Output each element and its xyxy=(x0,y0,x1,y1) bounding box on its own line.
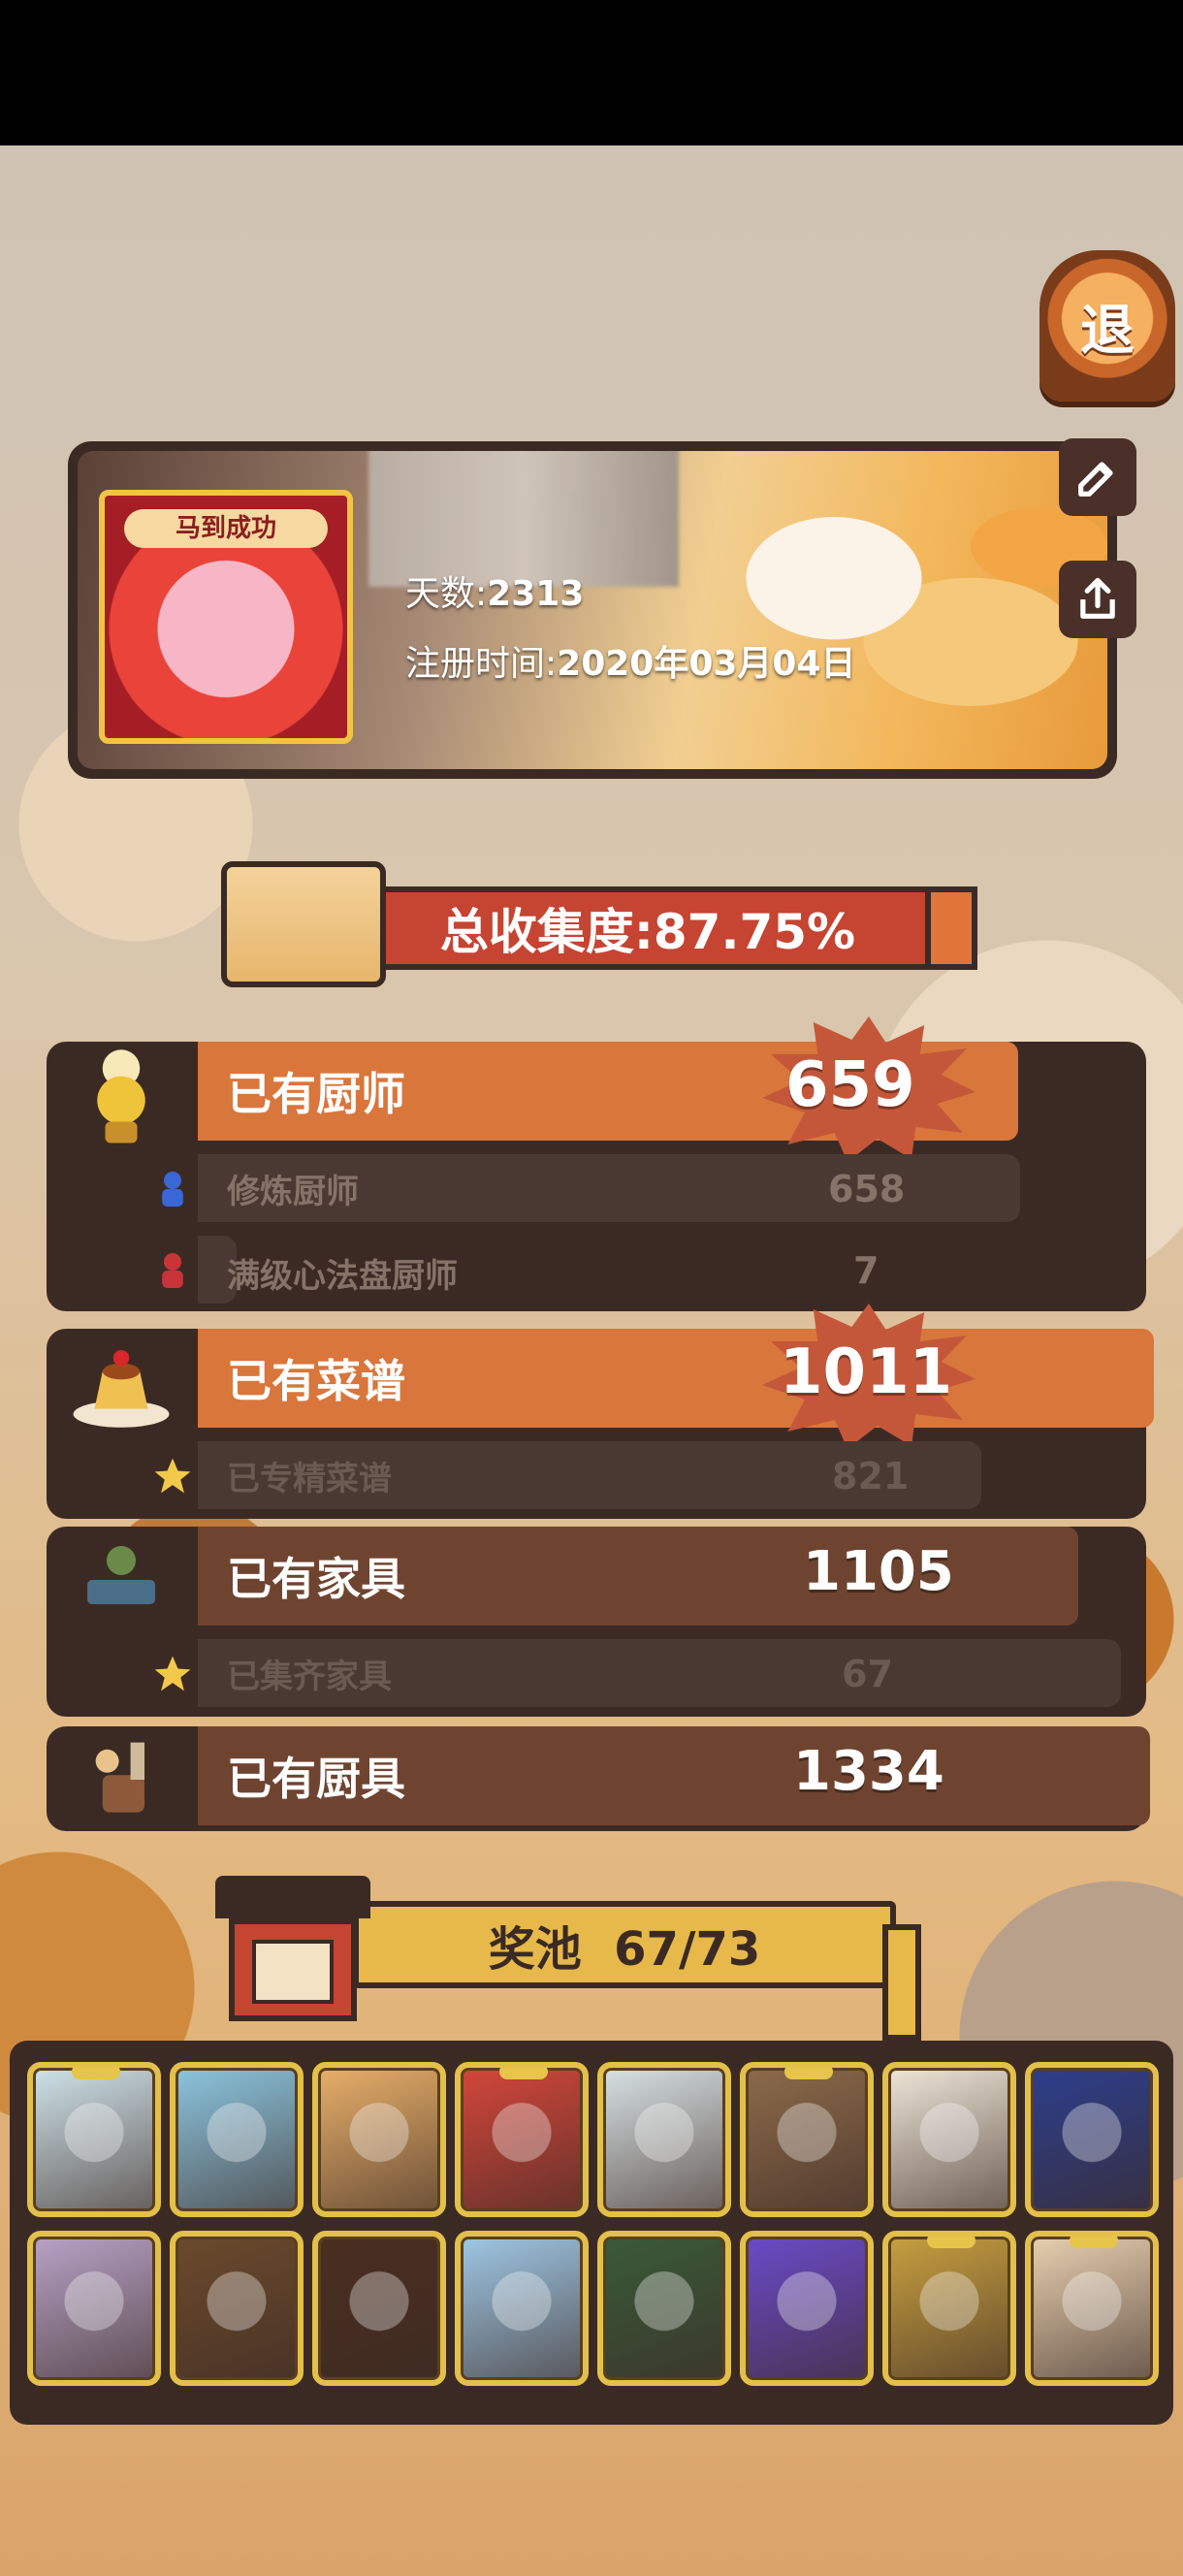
recipes-count: 1011 xyxy=(780,1336,953,1408)
prize-card[interactable] xyxy=(312,2062,446,2217)
maxed-chefs-count: 7 xyxy=(853,1249,879,1292)
prize-card[interactable] xyxy=(27,2231,161,2386)
maxed-chefs-label: 满级心法盘厨师 xyxy=(227,1257,458,1296)
furniture-sets-bar: 已集齐家具 xyxy=(198,1639,1121,1707)
card-ribbon-icon xyxy=(72,2068,120,2079)
recipe-stats-panel: 已有菜谱 1011 已专精菜谱 821 xyxy=(47,1304,1154,1519)
furniture-sets-count: 67 xyxy=(842,1653,893,1695)
prize-pool-ribbon: 奖池 67/73 xyxy=(353,1901,921,2041)
edit-icon xyxy=(1078,462,1113,497)
chef-hat-icon xyxy=(58,1042,184,1148)
utensil-icon xyxy=(58,1726,184,1833)
prize-card[interactable] xyxy=(740,2062,874,2217)
chef-stats-panel: 已有厨师 659 修炼厨师 658 满级心法盘厨师 7 xyxy=(47,1016,1146,1311)
card-ribbon-icon xyxy=(927,2237,975,2248)
prize-pool-header[interactable]: 奖池 67/73 xyxy=(206,1862,923,2041)
share-icon xyxy=(1080,577,1115,619)
utensils-count: 1334 xyxy=(793,1740,944,1803)
register-value: 2020年03月04日 xyxy=(557,644,856,684)
prize-card-grid xyxy=(10,2041,1173,2425)
recipes-row[interactable]: 已有菜谱 1011 xyxy=(47,1304,1154,1449)
prize-card[interactable] xyxy=(455,2062,589,2217)
share-button[interactable] xyxy=(1059,561,1136,638)
prize-card[interactable] xyxy=(597,2062,731,2217)
trained-chefs-label: 修炼厨师 xyxy=(227,1172,359,1211)
card-ribbon-icon xyxy=(784,2068,833,2079)
mastered-recipes-row: 已专精菜谱 821 xyxy=(47,1435,1146,1515)
utensils-row[interactable]: 已有厨具 1334 xyxy=(47,1726,1150,1833)
furniture-sets-label: 已集齐家具 xyxy=(227,1657,392,1696)
maxed-chefs-row: 满级心法盘厨师 7 xyxy=(47,1230,1146,1309)
ribbon-tail xyxy=(882,1924,921,2041)
profile-background-art xyxy=(652,451,1107,769)
blue-figure-icon xyxy=(151,1168,194,1210)
furniture-row[interactable]: 已有家具 1105 xyxy=(47,1527,1146,1631)
trained-chefs-count: 658 xyxy=(828,1168,906,1210)
ribbon-tail xyxy=(925,886,977,970)
trained-chefs-row: 修炼厨师 658 xyxy=(47,1148,1146,1228)
pudding-icon xyxy=(58,1329,184,1435)
prize-card[interactable] xyxy=(597,2231,731,2386)
prize-card[interactable] xyxy=(170,2231,304,2386)
furniture-sets-row: 已集齐家具 67 xyxy=(47,1633,1146,1713)
days-value: 2313 xyxy=(487,574,585,614)
card-ribbon-icon xyxy=(499,2068,548,2079)
profile-banner: 马到成功 天数:2313 注册时间:2020年03月04日 xyxy=(78,451,1107,769)
avatar-frame-banner: 马到成功 xyxy=(124,509,328,548)
mastered-recipes-label: 已专精菜谱 xyxy=(227,1459,392,1498)
days-line: 天数:2313 xyxy=(405,565,584,616)
chefs-count: 659 xyxy=(785,1049,915,1121)
furniture-count: 1105 xyxy=(803,1540,954,1603)
avatar[interactable]: 马到成功 xyxy=(99,490,353,744)
register-label: 注册时间: xyxy=(405,644,558,684)
mastered-recipes-count: 821 xyxy=(832,1455,910,1497)
utensils-bar: 已有厨具 xyxy=(198,1726,1150,1825)
prize-card[interactable] xyxy=(740,2231,874,2386)
days-label: 天数: xyxy=(405,574,488,614)
chefs-label: 已有厨师 xyxy=(227,1068,405,1120)
card-ribbon-icon xyxy=(1070,2237,1118,2248)
star-icon xyxy=(151,1653,194,1695)
edit-button[interactable] xyxy=(1059,438,1136,516)
prize-card[interactable] xyxy=(170,2062,304,2217)
back-button[interactable]: 退 xyxy=(1039,250,1175,402)
back-button-label: 退 xyxy=(1080,298,1135,363)
scroll-icon xyxy=(221,861,386,987)
status-bar xyxy=(0,0,1183,145)
red-figure-icon xyxy=(151,1249,194,1292)
prize-card[interactable] xyxy=(1025,2062,1159,2217)
prize-card[interactable] xyxy=(455,2231,589,2386)
collection-banner: 总收集度:87.75% xyxy=(221,861,977,987)
prize-pool-label: 奖池 xyxy=(488,1922,582,1977)
furniture-label: 已有家具 xyxy=(227,1553,405,1605)
furniture-icon xyxy=(58,1527,184,1633)
recipes-label: 已有菜谱 xyxy=(227,1355,405,1407)
utensil-stats-panel: 已有厨具 1334 xyxy=(47,1726,1150,1833)
collection-ribbon: 总收集度:87.75% xyxy=(357,886,977,970)
recipes-bar: 已有菜谱 xyxy=(198,1329,1154,1428)
prize-card[interactable] xyxy=(27,2062,161,2217)
register-line: 注册时间:2020年03月04日 xyxy=(405,635,856,686)
prize-card[interactable] xyxy=(312,2231,446,2386)
pavilion-icon xyxy=(206,1862,380,2027)
chefs-row[interactable]: 已有厨师 659 xyxy=(47,1016,1146,1162)
prize-card[interactable] xyxy=(882,2231,1016,2386)
furniture-stats-panel: 已有家具 1105 已集齐家具 67 xyxy=(47,1527,1146,1717)
utensils-label: 已有厨具 xyxy=(227,1753,405,1805)
star-icon xyxy=(151,1455,194,1497)
prize-card[interactable] xyxy=(1025,2231,1159,2386)
prize-card[interactable] xyxy=(882,2062,1016,2217)
profile-card: 马到成功 天数:2313 注册时间:2020年03月04日 xyxy=(68,441,1117,779)
collection-label: 总收集度:87.75% xyxy=(439,904,856,960)
prize-pool-progress: 67/73 xyxy=(614,1922,761,1977)
